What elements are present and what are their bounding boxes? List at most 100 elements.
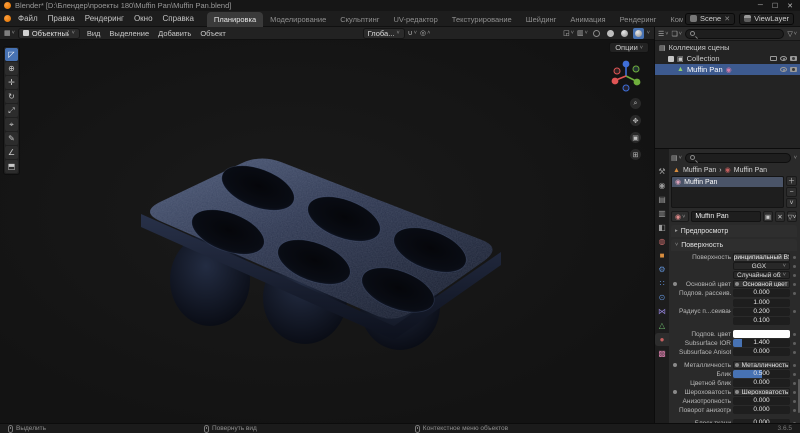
decorate-icon[interactable] bbox=[793, 342, 796, 345]
zoom-icon[interactable]: ⌕ bbox=[630, 98, 641, 109]
properties-tab-particles[interactable]: ∷ bbox=[655, 277, 669, 290]
menu-Окно[interactable]: Окно bbox=[129, 12, 158, 25]
slider-Поворот анизотро...[interactable]: 0.000 bbox=[733, 406, 790, 414]
slider-sub-value[interactable]: 0.100 bbox=[733, 317, 790, 325]
decorate-icon[interactable] bbox=[793, 333, 796, 336]
decorate-icon[interactable] bbox=[793, 373, 796, 376]
pan-icon[interactable]: ✥ bbox=[630, 115, 641, 126]
show-gizmo-icon[interactable]: ◲˅ bbox=[563, 29, 574, 37]
breadcrumb-material[interactable]: Muffin Pan bbox=[734, 167, 767, 174]
panel-preview[interactable]: ▸Предпросмотр bbox=[671, 225, 797, 237]
screen-toggle-icon[interactable] bbox=[770, 56, 777, 61]
rotate-tool-button[interactable]: ↻ bbox=[5, 90, 18, 103]
decorate-icon[interactable] bbox=[793, 351, 796, 354]
add-cube-tool-button[interactable]: ⬒ bbox=[5, 160, 18, 173]
material-specials-button[interactable]: ˅ bbox=[786, 198, 797, 208]
shading-rendered-button[interactable] bbox=[633, 28, 644, 39]
decorate-icon[interactable] bbox=[793, 400, 796, 403]
unlink-material-button[interactable]: ✕ bbox=[775, 211, 785, 222]
show-overlays-icon[interactable]: ▥˅ bbox=[577, 29, 588, 37]
copy-material-button[interactable]: ▣ bbox=[763, 211, 773, 222]
material-slot-list[interactable]: ◉ Muffin Pan bbox=[671, 176, 784, 208]
decorate-icon[interactable] bbox=[793, 391, 796, 394]
eye-toggle-icon[interactable] bbox=[780, 67, 787, 72]
linked-input-Основной цвет[interactable]: Основной цвет bbox=[733, 280, 790, 288]
slider-Блик[interactable]: 0.500 bbox=[733, 370, 790, 378]
properties-options-icon[interactable]: ˅ bbox=[794, 155, 797, 161]
decorate-icon[interactable] bbox=[793, 310, 796, 313]
menu-Рендеринг[interactable]: Рендеринг bbox=[80, 12, 129, 25]
decorate-icon[interactable] bbox=[793, 292, 796, 295]
tab-Скульптинг[interactable]: Скульптинг bbox=[333, 12, 386, 27]
dropdown-Случайный обход[interactable]: Случайный обход˅ bbox=[733, 271, 790, 279]
decorate-icon[interactable] bbox=[793, 409, 796, 412]
decorate-icon[interactable] bbox=[793, 422, 796, 424]
tab-Шейдинг[interactable]: Шейдинг bbox=[519, 12, 564, 27]
properties-tab-render[interactable]: ◉ bbox=[655, 179, 669, 192]
eye-toggle-icon[interactable] bbox=[780, 56, 787, 61]
node-specials-button[interactable]: ▽˅ bbox=[787, 211, 797, 222]
close-button[interactable]: ✕ bbox=[787, 2, 793, 10]
properties-tab-data[interactable]: △ bbox=[655, 319, 669, 332]
collection-checkbox[interactable] bbox=[668, 56, 674, 62]
viewport-menu-Выделение[interactable]: Выделение bbox=[105, 28, 153, 39]
slider-Подпов. рассеив...[interactable]: 0.000 bbox=[733, 289, 790, 297]
breadcrumb-object[interactable]: Muffin Pan bbox=[683, 167, 716, 174]
decorate-icon[interactable] bbox=[793, 283, 796, 286]
color-swatch-Подпов. цвет[interactable] bbox=[733, 330, 790, 338]
transform-tool-button[interactable]: ⌖ bbox=[5, 118, 18, 131]
outliner-editor-type-button[interactable]: ☰˅ bbox=[658, 30, 669, 38]
scene-unlink-icon[interactable]: ✕ bbox=[724, 15, 730, 23]
proportional-edit-icon[interactable]: ◎˄ bbox=[420, 29, 430, 37]
mode-dropdown[interactable]: Объектный режим ˅ bbox=[18, 28, 80, 39]
tab-Текстурирование[interactable]: Текстурирование bbox=[445, 12, 519, 27]
panel-surface[interactable]: ˅Поверхность bbox=[671, 239, 797, 251]
decorate-icon[interactable] bbox=[793, 382, 796, 385]
slider-Цветной блик[interactable]: 0.000 bbox=[733, 379, 790, 387]
tab-Планировка[interactable]: Планировка bbox=[207, 12, 263, 27]
slider-Анизотропность[interactable]: 0.000 bbox=[733, 397, 790, 405]
properties-tab-modifiers[interactable]: ⚙ bbox=[655, 263, 669, 276]
shading-material-button[interactable] bbox=[619, 28, 630, 39]
surface-shader-button[interactable]: Принципиальный BSDF bbox=[733, 253, 790, 262]
shading-solid-button[interactable] bbox=[605, 28, 616, 39]
options-dropdown[interactable]: Опции˅ bbox=[609, 42, 649, 53]
tab-Композитинг[interactable]: Композитинг bbox=[663, 12, 683, 27]
properties-tab-tool[interactable]: ⚒ bbox=[655, 165, 669, 178]
outliner-row-Коллекция сцены[interactable]: ▤Коллекция сцены bbox=[655, 42, 800, 53]
outliner-display-mode-button[interactable]: ❏˅ bbox=[672, 30, 683, 38]
decorate-icon[interactable] bbox=[793, 274, 796, 277]
properties-tab-texture[interactable]: ▩ bbox=[655, 347, 669, 360]
camera-toggle-icon[interactable] bbox=[790, 67, 797, 72]
outliner-row-Collection[interactable]: ▣Collection bbox=[655, 53, 800, 64]
remove-material-slot-button[interactable]: − bbox=[786, 187, 797, 197]
dropdown-GGX[interactable]: GGX˅ bbox=[733, 262, 790, 270]
shading-dropdown-icon[interactable]: ˅ bbox=[647, 30, 650, 36]
blender-menu-icon[interactable] bbox=[4, 15, 11, 22]
tab-Моделирование[interactable]: Моделирование bbox=[263, 12, 333, 27]
minimize-button[interactable]: ─ bbox=[758, 2, 763, 10]
slider-sub-value[interactable]: 1.000 bbox=[733, 299, 790, 307]
decorate-icon[interactable] bbox=[793, 364, 796, 367]
slider-Subsurface IOR[interactable]: 1.400 bbox=[733, 339, 790, 347]
maximize-button[interactable]: ☐ bbox=[772, 2, 778, 10]
slider-Блеск ткани[interactable]: 0.000 bbox=[733, 419, 790, 423]
properties-tab-material[interactable]: ● bbox=[655, 333, 669, 346]
viewport-menu-Добавить[interactable]: Добавить bbox=[154, 28, 195, 39]
properties-tab-scene[interactable]: ◧ bbox=[655, 221, 669, 234]
viewport-canvas[interactable]: ◸⊕✛↻⤢⌖✎∠⬒ Опции˅ ⌕✥▣⊞ bbox=[0, 40, 654, 423]
view-layer-selector[interactable]: ViewLayer bbox=[739, 13, 794, 25]
properties-tab-output[interactable]: ▤ bbox=[655, 193, 669, 206]
tab-Рендеринг[interactable]: Рендеринг bbox=[613, 12, 664, 27]
snap-magnet-icon[interactable]: ∪˅ bbox=[408, 29, 417, 37]
tab-Анимация[interactable]: Анимация bbox=[563, 12, 612, 27]
move-tool-button[interactable]: ✛ bbox=[5, 76, 18, 89]
navigation-gizmo[interactable] bbox=[608, 58, 644, 94]
properties-tab-world[interactable]: ◍ bbox=[655, 235, 669, 248]
outliner-search[interactable] bbox=[685, 29, 784, 39]
tab-UV-редактор[interactable]: UV-редактор bbox=[386, 12, 444, 27]
outliner-filter-icon[interactable]: ▽˅ bbox=[787, 30, 797, 38]
properties-editor-type-button[interactable]: ▤˅ bbox=[671, 154, 682, 162]
shading-wireframe-button[interactable] bbox=[591, 28, 602, 39]
muffin-pan-object[interactable] bbox=[0, 40, 654, 423]
